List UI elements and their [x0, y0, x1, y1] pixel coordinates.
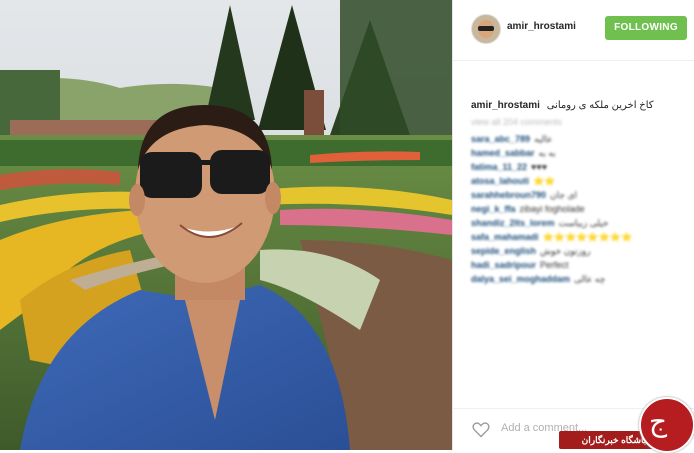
watermark-logo: ج [639, 397, 694, 453]
comment-text: zibayi fogholade [519, 204, 585, 214]
comment-row: sarahhebroun790 ای جان [471, 189, 683, 202]
comment-text: عالیه [534, 134, 553, 144]
comment-username[interactable]: fatima_11_22 [471, 162, 527, 172]
watermark-logo-letter: ج [649, 405, 668, 438]
comment-text: به به [538, 148, 556, 158]
comment-text: خیلی زیباست [558, 218, 609, 228]
comment-username[interactable]: sepide_english [471, 246, 536, 256]
heart-icon[interactable] [471, 419, 491, 439]
view-all-comments-link[interactable]: view all 204 comments [471, 117, 683, 127]
comment-username[interactable]: atosa_lahouti [471, 176, 529, 186]
post-header: amir_hrostami FOLLOWING [453, 0, 694, 61]
comment-username[interactable]: hamed_sabbar [471, 148, 535, 158]
caption-username[interactable]: amir_hrostami [471, 100, 540, 111]
comment-username[interactable]: safa_mahamadi [471, 232, 539, 242]
comment-text: ⭐⭐⭐⭐⭐⭐⭐⭐ [542, 232, 633, 242]
caption-text: کاخ اخرین ملکه ی رومانی [546, 100, 654, 111]
comment-row: dalya_sei_moghaddam چه عالی [471, 273, 683, 286]
comment-username[interactable]: hadi_sadripour [471, 260, 536, 270]
comment-username[interactable]: sarahhebroun790 [471, 190, 546, 200]
following-button[interactable]: FOLLOWING [605, 16, 687, 40]
post-photo[interactable] [0, 0, 452, 450]
news-agency-watermark: باشگاه خبرنگاران ج [555, 395, 694, 453]
comment-row: safa_mahamadi ⭐⭐⭐⭐⭐⭐⭐⭐ [471, 231, 683, 244]
comment-row: negi_k_ffa zibayi fogholade [471, 203, 683, 216]
comment-text: Perfect [540, 260, 569, 270]
comment-text: روزتون خوش [540, 246, 591, 256]
comment-username[interactable]: shandiz_2lts_lorem [471, 218, 555, 228]
comment-text: چه عالی [574, 274, 606, 284]
comment-row: sepide_english روزتون خوش [471, 245, 683, 258]
comment-text: ⭐⭐ [533, 176, 556, 186]
comment-row: sara_abc_789 عالیه [471, 133, 683, 146]
avatar[interactable] [471, 14, 501, 44]
avatar-glasses [478, 26, 494, 31]
comment-text: ای جان [550, 190, 577, 200]
comment-row: atosa_lahouti ⭐⭐ [471, 175, 683, 188]
comment-text: ♥♥♥ [531, 162, 548, 172]
username-link[interactable]: amir_hrostami [507, 21, 576, 32]
selfie-garden-image [0, 0, 452, 450]
comment-username[interactable]: negi_k_ffa [471, 204, 516, 214]
comment-username[interactable]: dalya_sei_moghaddam [471, 274, 570, 284]
comments-list: amir_hrostami کاخ اخرین ملکه ی رومانی vi… [471, 100, 683, 287]
comment-row: shandiz_2lts_lorem خیلی زیباست [471, 217, 683, 230]
comment-row: fatima_11_22 ♥♥♥ [471, 161, 683, 174]
comment-row: hamed_sabbar به به [471, 147, 683, 160]
comment-row: hadi_sadripour Perfect [471, 259, 683, 272]
post-side-panel: amir_hrostami FOLLOWING amir_hrostami کا… [452, 0, 694, 450]
caption: amir_hrostami کاخ اخرین ملکه ی رومانی [471, 100, 683, 111]
comment-username[interactable]: sara_abc_789 [471, 134, 530, 144]
